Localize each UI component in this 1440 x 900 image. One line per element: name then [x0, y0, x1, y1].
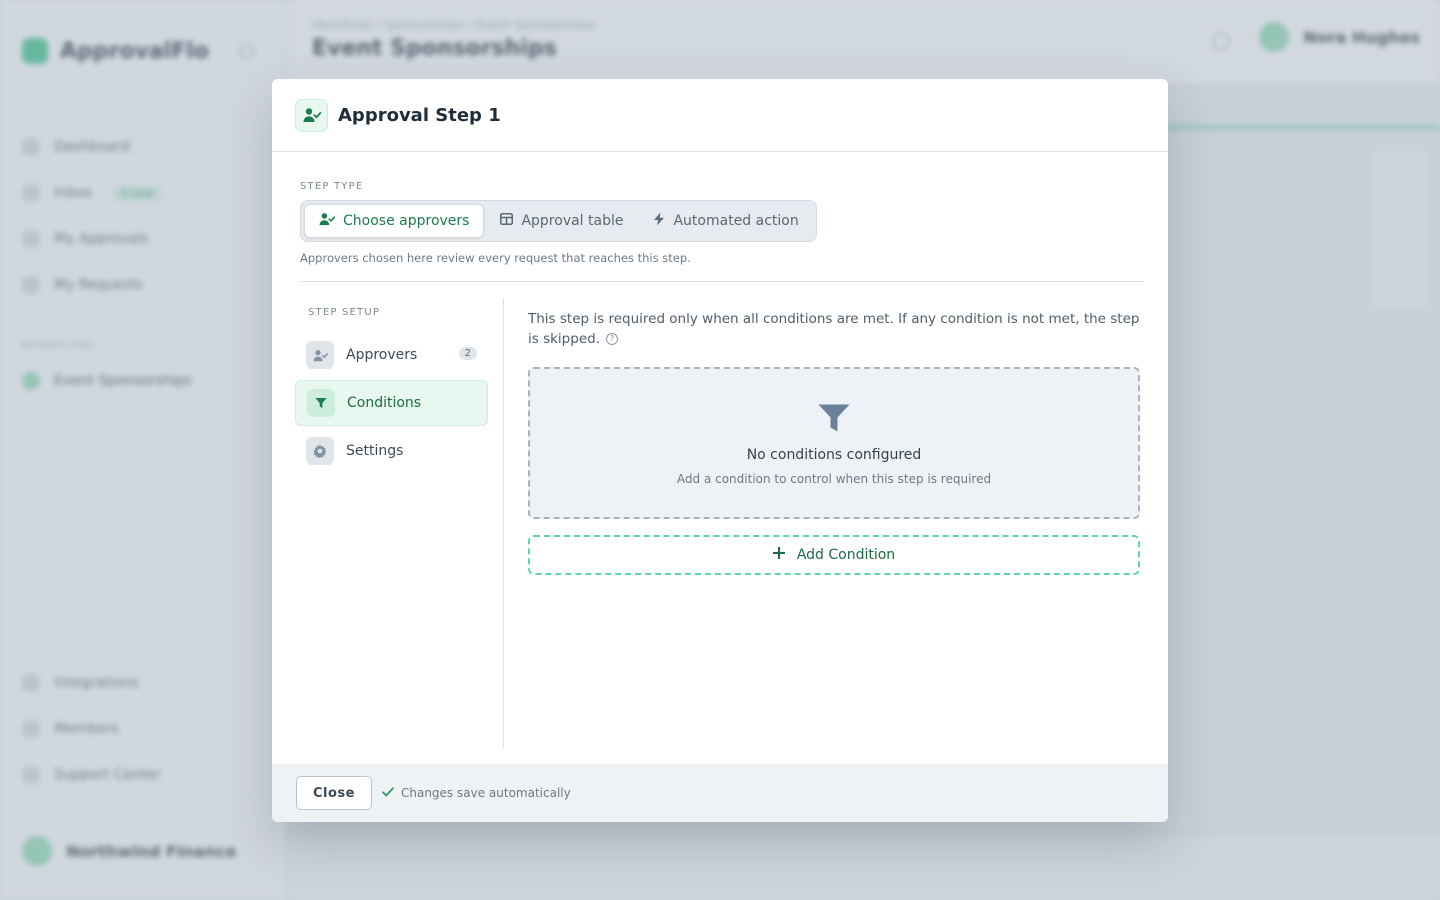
conditions-description: This step is required only when all cond… — [528, 309, 1140, 349]
approval-step-modal: Approval Step 1 STEP TYPE Choose approve… — [272, 79, 1168, 822]
add-condition-label: Add Condition — [796, 547, 896, 563]
check-icon — [382, 786, 394, 800]
plus-icon — [772, 546, 786, 563]
setup-item-label: Settings — [346, 443, 404, 459]
step-type-label: Approval table — [521, 213, 624, 229]
setup-item-label: Approvers — [346, 347, 418, 363]
add-condition-button[interactable]: Add Condition — [528, 535, 1140, 575]
conditions-empty-state: No conditions configured Add a condition… — [528, 367, 1140, 519]
close-button[interactable]: Close — [296, 776, 372, 810]
step-type-label: STEP TYPE — [300, 181, 364, 192]
autosave-text: Changes save automatically — [400, 786, 571, 800]
step-type-automated-action[interactable]: Automated action — [639, 204, 812, 238]
setup-item-conditions[interactable]: Conditions — [295, 380, 488, 426]
step-type-section: STEP TYPE Choose approvers Approval tabl… — [300, 181, 817, 265]
help-icon[interactable]: ? — [605, 333, 618, 345]
step-type-label: Automated action — [673, 213, 799, 229]
modal-title: Approval Step 1 — [338, 104, 501, 126]
vertical-divider — [503, 298, 504, 748]
filter-icon — [818, 403, 850, 437]
empty-state-subtitle: Add a condition to control when this ste… — [676, 472, 992, 486]
step-type-choose-approvers[interactable]: Choose approvers — [304, 204, 485, 238]
setup-item-label: Conditions — [347, 395, 422, 411]
modal-footer: Close Changes save automatically — [272, 764, 1168, 822]
step-type-approval-table[interactable]: Approval table — [486, 204, 637, 238]
lightning-icon — [653, 212, 665, 230]
step-setup-nav: STEP SETUP Approvers 2 Conditions Settin… — [295, 297, 488, 476]
conditions-description-text: This step is required only when all cond… — [528, 311, 1140, 347]
section-divider — [300, 281, 1144, 282]
table-icon — [500, 213, 514, 229]
user-check-icon — [295, 98, 328, 132]
setup-item-settings[interactable]: Settings — [295, 428, 488, 474]
filter-icon — [307, 389, 335, 417]
step-type-note: Approvers chosen here review every reque… — [300, 251, 691, 265]
empty-state-title: No conditions configured — [746, 447, 922, 463]
gear-icon — [306, 437, 334, 465]
approvers-count-badge: 2 — [458, 347, 477, 360]
step-setup-label: STEP SETUP — [308, 307, 381, 318]
conditions-panel: This step is required only when all cond… — [528, 309, 1140, 575]
setup-item-approvers[interactable]: Approvers 2 — [295, 332, 488, 378]
user-check-icon — [319, 212, 336, 230]
autosave-status: Changes save automatically — [382, 786, 571, 800]
step-type-label: Choose approvers — [343, 213, 470, 229]
user-check-icon — [306, 341, 334, 369]
step-type-selector: Choose approvers Approval table Automate… — [300, 200, 817, 242]
modal-header: Approval Step 1 — [272, 79, 1168, 152]
